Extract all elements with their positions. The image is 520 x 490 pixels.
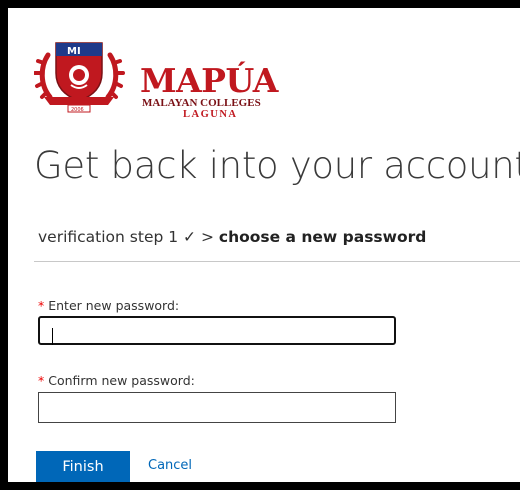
section-divider bbox=[34, 261, 520, 262]
new-password-label: * Enter new password: bbox=[38, 298, 179, 313]
confirm-password-input[interactable] bbox=[38, 392, 396, 423]
required-marker: * bbox=[38, 373, 45, 388]
mapua-seal-icon: MI 2006 bbox=[34, 42, 125, 113]
logo-wordmark: MAPÚA MALAYAN COLLEGES LAGUNA bbox=[140, 64, 278, 120]
confirm-password-label: * Confirm new password: bbox=[38, 373, 195, 388]
mapua-logo: MI 2006 MAPÚA MALAYAN COLLEGES LAGUNA bbox=[34, 33, 278, 120]
screenshot-frame: MI 2006 MAPÚA MALAYAN COLLEGES LAGUNA Ge… bbox=[0, 0, 520, 490]
confirm-password-label-text: Confirm new password: bbox=[48, 373, 195, 388]
brand-subtitle: MALAYAN COLLEGES bbox=[142, 97, 261, 109]
svg-text:MI: MI bbox=[67, 46, 81, 57]
step-separator: > bbox=[196, 228, 219, 246]
step-done: verification step 1 ✓ bbox=[38, 228, 197, 246]
step-current: choose a new password bbox=[218, 228, 427, 246]
new-password-input[interactable] bbox=[38, 316, 396, 345]
finish-button[interactable]: Finish bbox=[36, 451, 130, 482]
brand-name: MAPÚA bbox=[140, 61, 278, 100]
seal-year: 2006 bbox=[71, 107, 84, 113]
required-marker: * bbox=[38, 298, 45, 313]
cancel-link[interactable]: Cancel bbox=[148, 458, 192, 473]
password-reset-panel: MI 2006 MAPÚA MALAYAN COLLEGES LAGUNA Ge… bbox=[8, 8, 520, 482]
text-caret bbox=[52, 328, 53, 345]
new-password-label-text: Enter new password: bbox=[48, 298, 180, 313]
page-title: Get back into your account bbox=[34, 144, 520, 187]
brand-campus: LAGUNA bbox=[183, 109, 238, 120]
step-breadcrumb: verification step 1 ✓ > choose a new pas… bbox=[38, 228, 426, 246]
